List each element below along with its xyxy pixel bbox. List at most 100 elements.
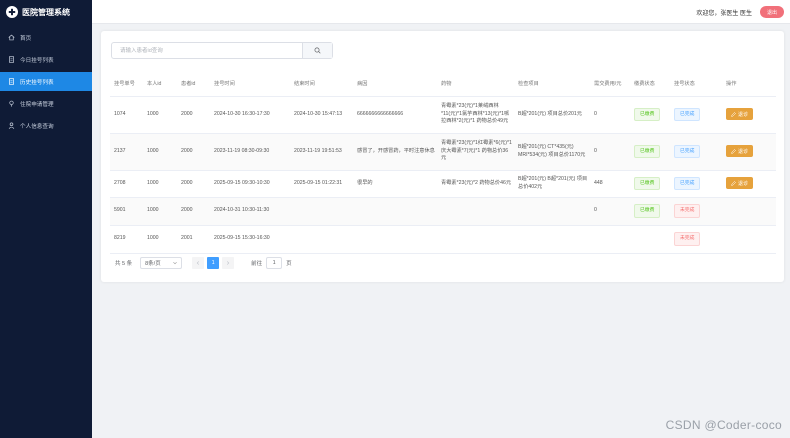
sidebar-item-history-registrations[interactable]: 历史挂号列表: [0, 72, 92, 91]
cell-self-id: 1000: [143, 133, 177, 171]
refund-button[interactable]: 退诊: [726, 145, 754, 158]
user-icon: [8, 122, 15, 129]
cell-pay-status: 已缴费: [630, 133, 670, 171]
sidebar-item-today-registrations[interactable]: 今日挂号列表: [0, 50, 92, 69]
page-unit-label: 页: [286, 261, 292, 267]
cell-patient-id: 2000: [177, 133, 210, 171]
document-icon: [8, 78, 15, 85]
sidebar-item-label: 住院申请管理: [20, 101, 54, 108]
table-row[interactable]: 8219 1000 2001 2025-09-15 15:30-16:30 未完…: [110, 225, 776, 254]
sidebar: 医院管理系统 首页 今日挂号列表 历史挂号列表 住院申请管理 个人信息查询: [0, 0, 92, 438]
status-badge: 已完成: [674, 176, 701, 191]
cell-end-time: 2023-11-19 19:51:53: [290, 133, 353, 171]
cell-end-time: 2024-10-30 15:47:13: [290, 96, 353, 134]
column-header[interactable]: 挂号单号: [110, 71, 143, 97]
next-page-button[interactable]: [222, 257, 235, 269]
cell-cause: [353, 197, 437, 226]
welcome-text: 欢迎您，张医生 医生: [696, 11, 752, 17]
table-row[interactable]: 5901 1000 2000 2024-10-31 10:30-11:30 0 …: [110, 197, 776, 226]
status-badge: 已完成: [674, 144, 701, 159]
cell-registration-id: 5901: [110, 197, 143, 226]
cell-registration-id: 1074: [110, 96, 143, 134]
edit-icon: [731, 111, 736, 117]
column-header[interactable]: 操作: [722, 71, 776, 97]
cell-examination: [514, 197, 590, 226]
status-badge: 未完成: [674, 204, 701, 218]
cell-registration-id: 8219: [110, 225, 143, 254]
cell-registration-time: 2024-10-30 16:30-17:30: [210, 96, 290, 134]
cell-action: 退诊: [722, 96, 776, 134]
app-title: 医院管理系统: [22, 7, 70, 17]
cell-pay-status: 已缴费: [630, 96, 670, 134]
cell-end-time: 2025-09-15 01:22:31: [290, 170, 353, 198]
search-input[interactable]: [112, 43, 302, 58]
edit-icon: [731, 148, 736, 154]
column-header[interactable]: 需交费用/元: [590, 71, 630, 97]
cell-registration-time: 2025-09-15 09:30-10:30: [210, 170, 290, 198]
column-header[interactable]: 挂号状态: [670, 71, 722, 97]
cell-registration-time: 2023-11-19 08:30-09:30: [210, 133, 290, 171]
cell-fee: 0: [590, 133, 630, 171]
cell-self-id: 1000: [143, 197, 177, 226]
column-header[interactable]: 挂号时间: [210, 71, 290, 97]
sidebar-item-label: 个人信息查询: [20, 123, 54, 130]
chevron-left-icon: [196, 261, 200, 265]
cell-registration-time: 2024-10-31 10:30-11:30: [210, 197, 290, 226]
refund-button[interactable]: 退诊: [726, 108, 754, 121]
status-badge: 未完成: [674, 232, 701, 246]
cell-pay-status: [630, 225, 670, 254]
cell-medicine: [437, 225, 514, 254]
cell-pay-status: 已缴费: [630, 197, 670, 226]
cell-reg-status: 已完成: [670, 133, 722, 171]
chevron-down-icon: [173, 261, 177, 265]
page-size-value: 8条/页: [145, 261, 161, 267]
cell-examination: [514, 225, 590, 254]
refund-button[interactable]: 退诊: [726, 177, 754, 190]
home-icon: [8, 34, 15, 41]
sidebar-item-profile[interactable]: 个人信息查询: [0, 116, 92, 135]
search-icon: [314, 47, 321, 54]
pagination: 共 5 条 8条/页 1 前往 页: [115, 257, 292, 269]
brand: 医院管理系统: [0, 0, 92, 24]
column-header[interactable]: 本人id: [143, 71, 177, 97]
chevron-right-icon: [227, 261, 230, 265]
cell-reg-status: 已完成: [670, 96, 722, 134]
cell-pay-status: 已缴费: [630, 170, 670, 198]
column-header[interactable]: 检查项目: [514, 71, 590, 97]
cell-action: 退诊: [722, 170, 776, 198]
edit-icon: [731, 180, 736, 186]
table-row[interactable]: 1074 1000 2000 2024-10-30 16:30-17:30 20…: [110, 96, 776, 134]
status-badge: 已缴费: [634, 144, 661, 159]
cell-registration-id: 2137: [110, 133, 143, 171]
search-button[interactable]: [302, 43, 332, 58]
refund-button-label: 退诊: [738, 111, 749, 118]
cell-reg-status: 未完成: [670, 225, 722, 254]
logout-button[interactable]: 退出: [760, 6, 784, 18]
sidebar-nav: 首页 今日挂号列表 历史挂号列表 住院申请管理 个人信息查询: [0, 28, 92, 135]
page-size-select[interactable]: 8条/页: [140, 257, 183, 269]
goto-page-input[interactable]: [266, 257, 283, 269]
top-bar: 欢迎您，张医生 医生 退出: [92, 0, 790, 24]
column-header[interactable]: 患者id: [177, 71, 210, 97]
cell-patient-id: 2000: [177, 96, 210, 134]
sidebar-item-hospitalization[interactable]: 住院申请管理: [0, 94, 92, 113]
table-row[interactable]: 2137 1000 2000 2023-11-19 08:30-09:30 20…: [110, 133, 776, 171]
cell-medicine: 青霉素*23(元)*2 药物总价46元: [437, 170, 514, 198]
column-header[interactable]: 结束时间: [290, 71, 353, 97]
cell-examination: B超*201(元) CT*435(元) MRI*534(元) 项目总价1170元: [514, 133, 590, 171]
registration-table: 挂号单号 本人id 患者id 挂号时间 结束时间 病因 药物 检查项目 需交费用…: [110, 71, 776, 254]
table-row[interactable]: 2708 1000 2000 2025-09-15 09:30-10:30 20…: [110, 170, 776, 198]
sidebar-item-home[interactable]: 首页: [0, 28, 92, 47]
cell-fee: 448: [590, 170, 630, 198]
prev-page-button[interactable]: [192, 257, 205, 269]
column-header[interactable]: 缴费状态: [630, 71, 670, 97]
cell-cause: 感冒了，开感冒药，平时注意休息: [353, 133, 437, 171]
cell-cause: [353, 225, 437, 254]
hospital-cross-icon: [6, 6, 18, 18]
page-number-button[interactable]: 1: [207, 257, 220, 269]
column-header[interactable]: 病因: [353, 71, 437, 97]
sidebar-item-label: 今日挂号列表: [20, 57, 54, 64]
cell-medicine: 青霉素*23(元)*1红霉素*6(元)*1庆大霉素*7(元)*1 药物总价36元: [437, 133, 514, 171]
column-header[interactable]: 药物: [437, 71, 514, 97]
status-badge: 已缴费: [634, 176, 661, 191]
